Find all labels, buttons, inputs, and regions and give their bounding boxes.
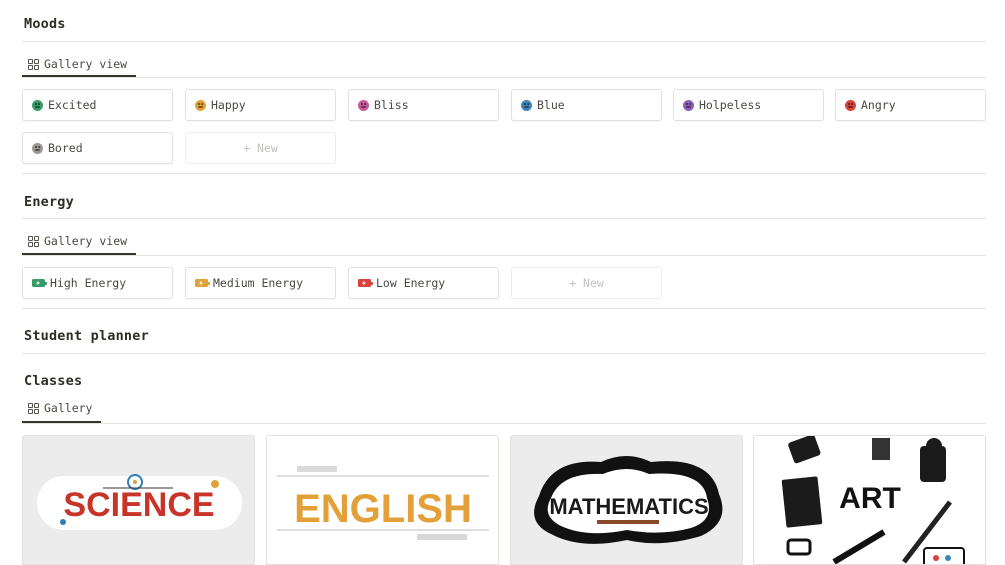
green-battery-icon (32, 279, 47, 287)
tab-classes-gallery[interactable]: Gallery (24, 398, 96, 418)
card-label: Bored (48, 141, 83, 155)
new-mood-button[interactable]: + New (185, 132, 336, 164)
divider (22, 423, 986, 424)
card-label: Happy (211, 98, 246, 112)
green-smile-emoji-icon (32, 99, 43, 111)
class-card-science[interactable]: SCIENCE (22, 435, 255, 565)
mood-card-bored[interactable]: Bored (22, 132, 173, 164)
class-card-art[interactable]: ART (753, 435, 986, 565)
gallery-grid-icon (28, 402, 39, 414)
card-label: Medium Energy (213, 276, 304, 290)
pink-smile-emoji-icon (358, 99, 369, 111)
cover-text: ART (839, 482, 901, 515)
card-label: Angry (861, 98, 896, 112)
mood-card-happy[interactable]: Happy (185, 89, 336, 121)
mood-card-bliss[interactable]: Bliss (348, 89, 499, 121)
orange-smile-emoji-icon (195, 99, 206, 111)
divider (22, 173, 986, 174)
divider (22, 308, 986, 309)
class-card-mathematics[interactable]: MATHEMATICS (510, 435, 743, 565)
moods-title: Moods (24, 16, 66, 32)
new-button-label: + New (569, 276, 604, 290)
red-battery-icon (358, 279, 373, 287)
gallery-grid-icon (28, 235, 39, 247)
tab-label: Gallery view (44, 234, 128, 248)
tab-label: Gallery (44, 401, 93, 415)
red-angry-emoji-icon (845, 99, 856, 111)
science-cover-image: SCIENCE (37, 474, 242, 530)
divider (22, 41, 986, 42)
new-energy-button[interactable]: + New (511, 267, 662, 299)
class-card-english[interactable]: ENGLISH (266, 435, 499, 565)
art-cover-image: ART (781, 436, 965, 564)
mathematics-cover-image: MATHEMATICS (534, 456, 723, 544)
divider (22, 218, 986, 219)
mood-card-blue[interactable]: Blue (511, 89, 662, 121)
mood-card-excited[interactable]: Excited (22, 89, 173, 121)
tab-label: Gallery view (44, 57, 128, 71)
divider (22, 353, 986, 354)
student-planner-title: Student planner (24, 328, 149, 344)
cover-text: MATHEMATICS (549, 494, 708, 519)
card-label: Low Energy (376, 276, 446, 290)
classes-title: Classes (24, 373, 83, 389)
tab-energy-gallery-view[interactable]: Gallery view (24, 231, 131, 251)
card-label: Blue (537, 98, 565, 112)
purple-sad-emoji-icon (683, 99, 694, 111)
cover-text: SCIENCE (63, 486, 214, 524)
blue-sad-emoji-icon (521, 99, 532, 111)
english-cover-image: ENGLISH (277, 466, 489, 540)
mood-card-angry[interactable]: Angry (835, 89, 986, 121)
new-button-label: + New (243, 141, 278, 155)
energy-card-low[interactable]: Low Energy (348, 267, 499, 299)
orange-battery-icon (195, 279, 210, 287)
card-label: Bliss (374, 98, 409, 112)
card-label: Holpeless (699, 98, 762, 112)
energy-card-medium[interactable]: Medium Energy (185, 267, 336, 299)
divider (22, 77, 986, 78)
energy-title: Energy (24, 194, 74, 210)
divider (22, 255, 986, 256)
mood-card-holpeless[interactable]: Holpeless (673, 89, 824, 121)
card-label: Excited (48, 98, 97, 112)
cover-text: ENGLISH (294, 487, 472, 531)
gallery-grid-icon (28, 58, 39, 70)
tab-moods-gallery-view[interactable]: Gallery view (24, 54, 131, 74)
card-label: High Energy (50, 276, 127, 290)
gray-neutral-emoji-icon (32, 142, 43, 154)
energy-card-high[interactable]: High Energy (22, 267, 173, 299)
